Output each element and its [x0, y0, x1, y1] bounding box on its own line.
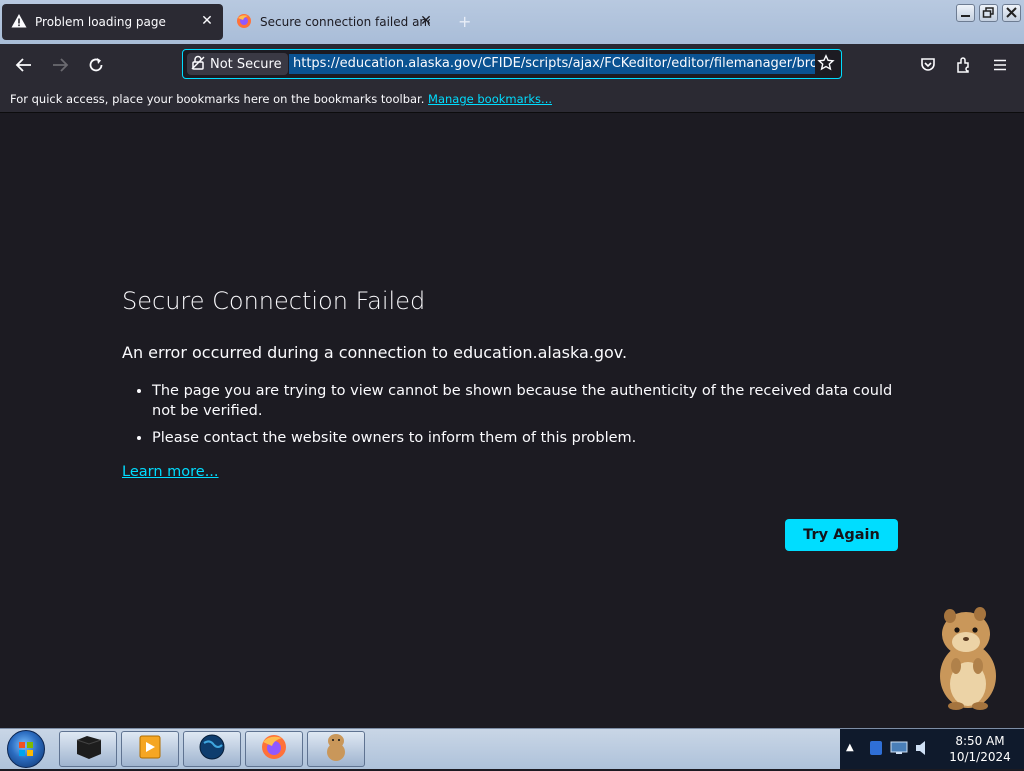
- url-text[interactable]: https://education.alaska.gov/CFIDE/scrip…: [289, 54, 815, 74]
- forward-icon[interactable]: [48, 53, 72, 77]
- tab-problem-loading[interactable]: Problem loading page ✕: [2, 4, 223, 40]
- new-tab-icon[interactable]: +: [458, 12, 471, 31]
- taskbar-firefox[interactable]: [245, 731, 303, 767]
- site-security-indicator[interactable]: Not Secure: [187, 53, 288, 75]
- hamster-desktop-pet[interactable]: [926, 604, 1010, 712]
- bookmarks-hint-text: For quick access, place your bookmarks h…: [10, 92, 425, 106]
- extensions-icon[interactable]: [952, 53, 976, 77]
- windows-logo-icon: [19, 742, 33, 756]
- tray-app-icon[interactable]: [868, 739, 884, 761]
- bookmarks-toolbar: For quick access, place your bookmarks h…: [0, 86, 1024, 113]
- tab-secure-connection-failed[interactable]: Secure connection failed and Fi ✕: [227, 4, 442, 40]
- system-tray: ▲ 8:50 AM 10/1/2024: [840, 729, 1024, 769]
- bookmark-star-icon[interactable]: [817, 54, 835, 76]
- learn-more-link[interactable]: Learn more...: [122, 464, 219, 480]
- error-description: An error occurred during a connection to…: [122, 343, 628, 362]
- clock-time: 8:50 AM: [955, 734, 1005, 748]
- tab-strip: Problem loading page ✕ Secure connection…: [0, 0, 1024, 44]
- address-bar[interactable]: Not Secure https://education.alaska.gov/…: [182, 49, 842, 79]
- close-icon[interactable]: ✕: [199, 13, 215, 29]
- tab-title: Secure connection failed and Fi: [260, 15, 430, 29]
- firefox-icon: [236, 13, 252, 32]
- list-item: The page you are trying to view cannot b…: [152, 381, 912, 421]
- page-title: Secure Connection Failed: [122, 287, 426, 315]
- close-icon[interactable]: ✕: [418, 13, 434, 29]
- start-button[interactable]: [7, 730, 45, 768]
- taskbar-terminal[interactable]: [59, 731, 117, 767]
- firefox-icon: [260, 733, 288, 765]
- media-player-icon: [137, 734, 163, 764]
- pocket-icon[interactable]: [916, 53, 940, 77]
- taskbar-media-player[interactable]: [121, 731, 179, 767]
- volume-icon[interactable]: [914, 739, 930, 761]
- list-item: Please contact the website owners to inf…: [152, 428, 912, 448]
- hamster-app-icon: [323, 732, 349, 766]
- taskbar-hamster-app[interactable]: [307, 731, 365, 767]
- reload-icon[interactable]: [84, 53, 108, 77]
- warning-icon: [11, 13, 27, 32]
- back-icon[interactable]: [12, 53, 36, 77]
- not-secure-label: Not Secure: [210, 56, 282, 72]
- try-again-button[interactable]: Try Again: [785, 519, 898, 551]
- taskbar: ▲ 8:50 AM 10/1/2024: [0, 728, 1024, 769]
- broken-lock-icon: [191, 55, 205, 74]
- clock[interactable]: 8:50 AM 10/1/2024: [940, 733, 1020, 765]
- menu-icon[interactable]: [988, 53, 1012, 77]
- terminal-icon: [73, 734, 103, 764]
- globe-icon: [198, 733, 226, 765]
- show-hidden-icons-icon[interactable]: ▲: [846, 742, 854, 753]
- navigation-toolbar: Not Secure https://education.alaska.gov/…: [0, 44, 1024, 86]
- minimize-button[interactable]: [956, 4, 975, 22]
- tab-title: Problem loading page: [35, 15, 166, 29]
- bookmarks-hint: For quick access, place your bookmarks h…: [10, 92, 552, 106]
- network-icon[interactable]: [890, 740, 908, 760]
- manage-bookmarks-link[interactable]: Manage bookmarks...: [428, 92, 552, 106]
- taskbar-globe[interactable]: [183, 731, 241, 767]
- close-window-button[interactable]: [1002, 4, 1021, 22]
- error-details-list: The page you are trying to view cannot b…: [122, 381, 912, 455]
- clock-date: 10/1/2024: [949, 750, 1011, 764]
- error-page: Secure Connection Failed An error occurr…: [0, 113, 1024, 728]
- restore-button[interactable]: [979, 4, 998, 22]
